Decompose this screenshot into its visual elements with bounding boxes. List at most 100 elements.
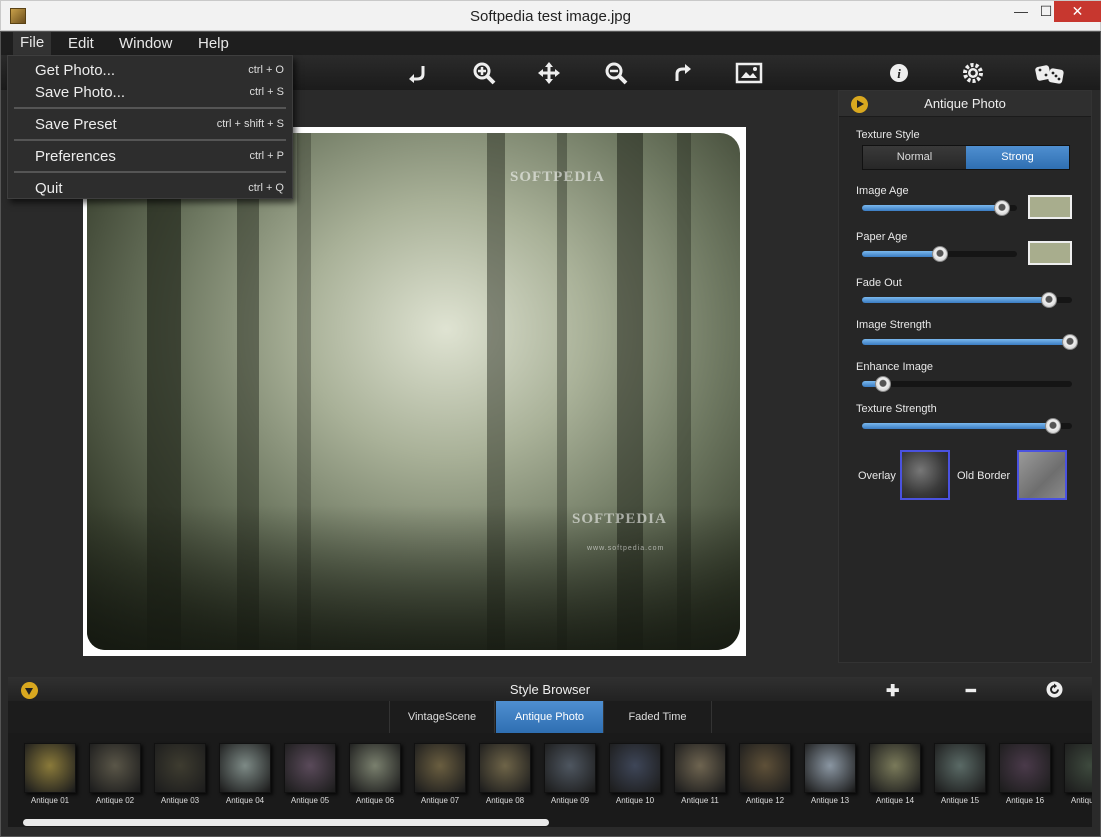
style-thumbnail[interactable] bbox=[804, 743, 856, 793]
style-thumbnail[interactable] bbox=[934, 743, 986, 793]
watermark-url: www.softpedia.com bbox=[587, 545, 665, 552]
style-thumbnail[interactable] bbox=[349, 743, 401, 793]
tab-vintagescene[interactable]: VintageScene bbox=[389, 701, 495, 733]
settings-icon[interactable] bbox=[960, 60, 986, 86]
paper-age-slider[interactable] bbox=[862, 246, 1017, 262]
style-thumbnail[interactable] bbox=[479, 743, 531, 793]
style-thumbnail[interactable] bbox=[1064, 743, 1092, 793]
style-thumbnail[interactable] bbox=[999, 743, 1051, 793]
photo-preview[interactable]: SOFTPEDIA SOFTPEDIA www.softpedia.com bbox=[83, 127, 746, 656]
menu-edit[interactable]: Edit bbox=[68, 35, 94, 52]
menu-separator bbox=[14, 171, 286, 173]
style-thumbnail[interactable] bbox=[154, 743, 206, 793]
tab-antique-photo[interactable]: Antique Photo bbox=[496, 701, 604, 733]
zoom-out-icon[interactable] bbox=[603, 60, 629, 86]
watermark-top: SOFTPEDIA bbox=[510, 169, 605, 185]
rotate-left-icon[interactable] bbox=[405, 60, 431, 86]
style-thumbnail-label: Antique 12 bbox=[745, 796, 785, 805]
zoom-in-icon[interactable] bbox=[471, 60, 497, 86]
menu-item-label: Quit bbox=[35, 180, 63, 197]
style-thumbnail-label: Antique 13 bbox=[810, 796, 850, 805]
info-icon[interactable]: i bbox=[886, 60, 912, 86]
enhance-image-label: Enhance Image bbox=[856, 361, 934, 373]
menu-item-shortcut: ctrl + P bbox=[249, 150, 284, 162]
fit-image-icon[interactable] bbox=[735, 60, 763, 86]
style-thumbnail-label: Antique 03 bbox=[160, 796, 200, 805]
style-thumbnail-label: Antique 02 bbox=[95, 796, 135, 805]
enhance-image-slider[interactable] bbox=[862, 376, 1072, 392]
menu-item-label: Save Preset bbox=[35, 116, 117, 133]
menu-file[interactable]: File bbox=[13, 31, 52, 55]
texture-strength-slider[interactable] bbox=[862, 418, 1072, 434]
menu-item-save-preset[interactable]: Save Preset ctrl + shift + S bbox=[8, 112, 292, 136]
old-border-texture[interactable] bbox=[1017, 450, 1067, 500]
style-thumbnail-label: Antique 15 bbox=[940, 796, 980, 805]
texture-strength-label: Texture Strength bbox=[856, 403, 937, 415]
style-thumbnail-label: Antique 10 bbox=[615, 796, 655, 805]
style-thumbnail[interactable] bbox=[544, 743, 596, 793]
refresh-icon[interactable] bbox=[1046, 681, 1063, 698]
slider-knob[interactable] bbox=[1045, 418, 1062, 434]
style-browser-header: Style Browser ✚ ━ bbox=[8, 677, 1092, 701]
style-thumbnail-label: Antique 05 bbox=[290, 796, 330, 805]
menu-separator bbox=[14, 139, 286, 141]
image-strength-slider[interactable] bbox=[862, 334, 1078, 350]
style-thumbnail[interactable] bbox=[284, 743, 336, 793]
dice-icon[interactable] bbox=[1034, 60, 1066, 86]
style-browser-title: Style Browser bbox=[509, 682, 591, 697]
style-thumbnail-label: Antique 07 bbox=[420, 796, 460, 805]
antique-photo-panel: Antique Photo Texture Style Normal Stron… bbox=[838, 90, 1092, 663]
menu-window[interactable]: Window bbox=[119, 35, 172, 52]
menu-item-quit[interactable]: Quit ctrl + Q bbox=[8, 176, 292, 200]
style-thumbnail[interactable] bbox=[739, 743, 791, 793]
texture-style-toggle: Normal Strong bbox=[862, 145, 1070, 170]
menu-item-shortcut: ctrl + O bbox=[248, 64, 284, 76]
texture-style-normal[interactable]: Normal bbox=[863, 146, 966, 169]
style-thumbnail[interactable] bbox=[869, 743, 921, 793]
move-icon[interactable] bbox=[536, 60, 562, 86]
title-bar: Softpedia test image.jpg — ☐ ✕ bbox=[0, 0, 1101, 31]
image-age-color-swatch[interactable] bbox=[1028, 195, 1072, 219]
menu-item-save-photo[interactable]: Save Photo... ctrl + S bbox=[8, 80, 292, 104]
slider-knob[interactable] bbox=[875, 376, 891, 392]
menu-separator bbox=[14, 107, 286, 109]
style-thumbnail[interactable] bbox=[219, 743, 271, 793]
file-menu-dropdown: Get Photo... ctrl + O Save Photo... ctrl… bbox=[7, 55, 293, 199]
panel-title: Antique Photo bbox=[924, 96, 1006, 111]
menu-item-shortcut: ctrl + S bbox=[249, 86, 284, 98]
style-thumbnail[interactable] bbox=[24, 743, 76, 793]
texture-style-strong[interactable]: Strong bbox=[966, 146, 1069, 169]
tab-faded-time[interactable]: Faded Time bbox=[604, 701, 712, 733]
slider-knob[interactable] bbox=[931, 246, 948, 262]
menu-item-label: Get Photo... bbox=[35, 62, 116, 79]
horizontal-scrollbar[interactable] bbox=[23, 819, 549, 826]
remove-icon[interactable]: ━ bbox=[966, 681, 976, 701]
menu-item-label: Preferences bbox=[35, 148, 116, 165]
slider-knob[interactable] bbox=[1061, 334, 1078, 350]
menu-item-preferences[interactable]: Preferences ctrl + P bbox=[8, 144, 292, 168]
style-thumbnail[interactable] bbox=[89, 743, 141, 793]
style-thumbnail[interactable] bbox=[414, 743, 466, 793]
fade-out-slider[interactable] bbox=[862, 292, 1072, 308]
image-age-slider[interactable] bbox=[862, 200, 1017, 216]
image-strength-label: Image Strength bbox=[856, 319, 932, 331]
close-button[interactable]: ✕ bbox=[1054, 1, 1101, 22]
slider-knob[interactable] bbox=[1040, 292, 1057, 308]
style-thumbnail-label: Antique 01 bbox=[30, 796, 70, 805]
style-tabs: VintageScene Antique Photo Faded Time bbox=[8, 701, 1092, 733]
style-thumbnail[interactable] bbox=[609, 743, 661, 793]
menu-item-get-photo[interactable]: Get Photo... ctrl + O bbox=[8, 58, 292, 82]
style-thumbnail-label: Antique 16 bbox=[1005, 796, 1045, 805]
rotate-right-icon[interactable] bbox=[669, 60, 695, 86]
menu-help[interactable]: Help bbox=[198, 35, 229, 52]
overlay-texture[interactable] bbox=[900, 450, 950, 500]
slider-knob[interactable] bbox=[993, 200, 1010, 216]
paper-age-color-swatch[interactable] bbox=[1028, 241, 1072, 265]
add-icon[interactable]: ✚ bbox=[886, 681, 899, 701]
style-thumbnail-label: Antique 14 bbox=[875, 796, 915, 805]
old-border-label: Old Border bbox=[957, 470, 1011, 482]
style-thumbnail-label: Antique 09 bbox=[550, 796, 590, 805]
style-thumbnail-label: Antique 11 bbox=[681, 796, 719, 805]
style-thumbnail[interactable] bbox=[674, 743, 726, 793]
window-title: Softpedia test image.jpg bbox=[470, 8, 631, 25]
